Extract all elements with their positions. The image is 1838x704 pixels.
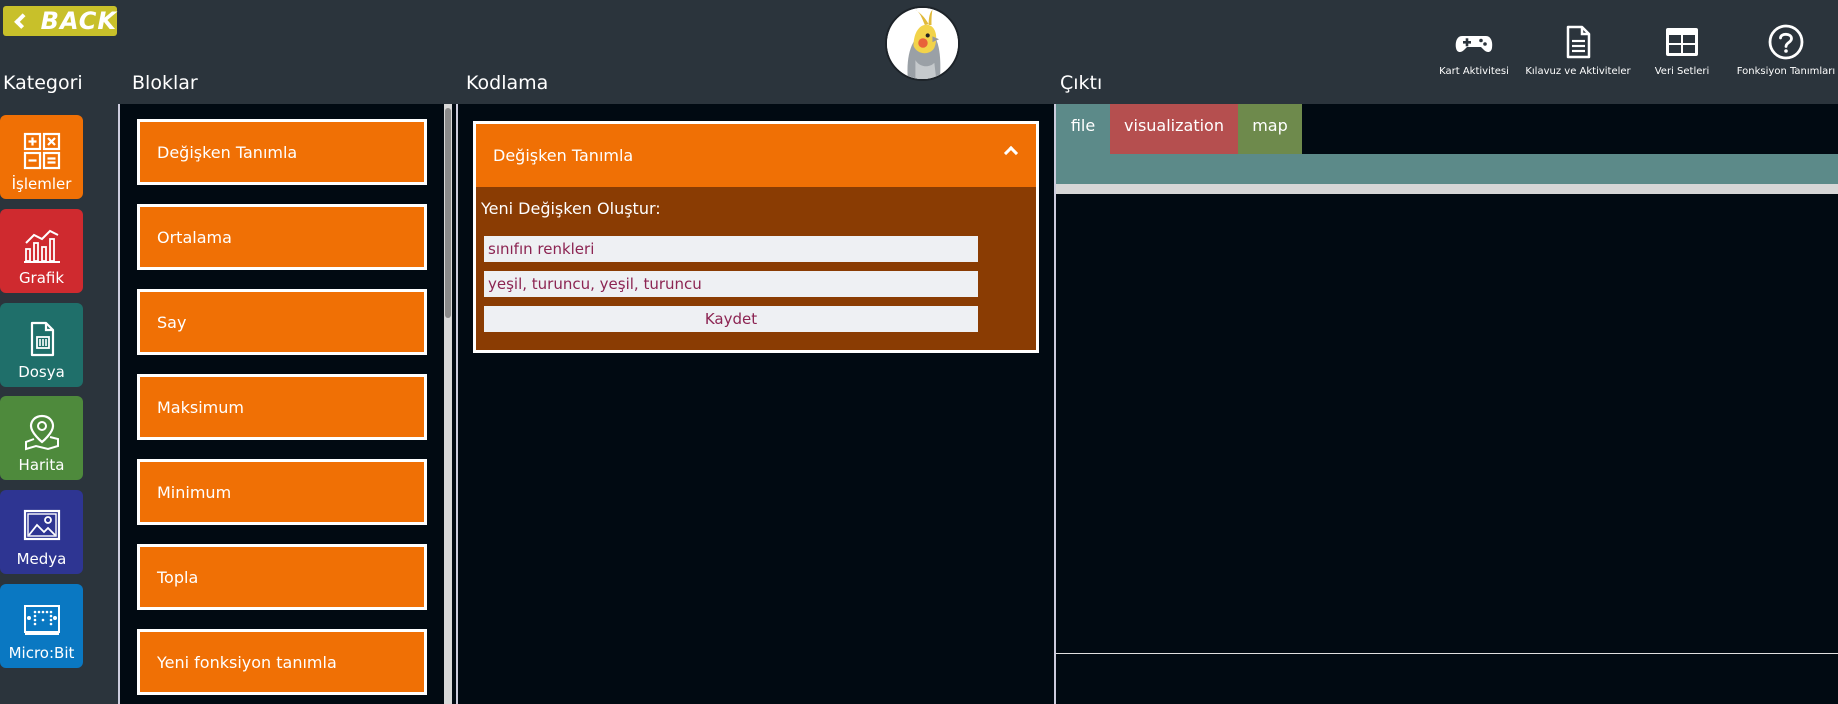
kilavuz-button[interactable]: Kılavuz ve Aktiviteler — [1525, 22, 1631, 77]
block-ortalama[interactable]: Ortalama — [137, 204, 427, 270]
category-label: İşlemler — [11, 175, 72, 193]
code-block-subtitle: Yeni Değişken Oluştur: — [481, 199, 661, 218]
fonksiyon-tanimlari-button[interactable]: Fonksiyon Tanımları — [1734, 22, 1838, 77]
blocks-scrollbar[interactable] — [444, 104, 452, 704]
output-console-divider — [1056, 653, 1838, 654]
output-file-bar — [1056, 154, 1838, 184]
bloklar-title: Bloklar — [132, 72, 198, 94]
file-icon — [30, 321, 54, 357]
output-tabs: file visualization map — [1056, 104, 1302, 154]
scrollbar-thumb[interactable] — [445, 108, 451, 318]
block-maksimum[interactable]: Maksimum — [137, 374, 427, 440]
kategori-title: Kategori — [3, 72, 83, 94]
tab-file[interactable]: file — [1056, 104, 1110, 154]
category-microbit[interactable]: Micro:Bit — [0, 584, 83, 668]
chevron-left-icon — [14, 13, 30, 29]
coding-panel: Değişken Tanımla Yeni Değişken Oluştur: … — [456, 104, 1054, 704]
fonksiyon-tanimlari-label: Fonksiyon Tanımları — [1736, 66, 1836, 77]
chart-icon — [23, 229, 60, 263]
top-bar: BACK Kategori Bloklar Kodlama Çıktı Kart… — [0, 0, 1838, 104]
veri-setleri-button[interactable]: Veri Setleri — [1630, 22, 1734, 77]
veri-setleri-label: Veri Setleri — [1654, 66, 1710, 77]
code-block-degisken-tanimla[interactable]: Değişken Tanımla Yeni Değişken Oluştur: … — [473, 121, 1039, 353]
code-block-header[interactable]: Değişken Tanımla — [476, 124, 1036, 187]
chevron-up-icon[interactable] — [1003, 145, 1019, 161]
variable-values-input[interactable]: yeşil, turuncu, yeşil, turuncu — [484, 271, 978, 297]
cockatiel-logo-icon — [887, 8, 958, 79]
back-button[interactable]: BACK — [3, 6, 117, 36]
category-label: Micro:Bit — [8, 644, 75, 662]
category-label: Harita — [18, 456, 65, 474]
output-panel: file visualization map — [1054, 104, 1838, 704]
category-label: Dosya — [18, 363, 65, 381]
category-islemler[interactable]: İşlemler — [0, 115, 83, 199]
category-label: Medya — [16, 550, 67, 568]
calculator-icon — [23, 132, 60, 170]
category-grafik[interactable]: Grafik — [0, 209, 83, 293]
variable-name-input[interactable]: sınıfın renkleri — [484, 236, 978, 262]
category-harita[interactable]: Harita — [0, 396, 83, 480]
block-degisken-tanimla[interactable]: Değişken Tanımla — [137, 119, 427, 185]
block-yeni-fonksiyon[interactable]: Yeni fonksiyon tanımla — [137, 629, 427, 695]
document-icon — [1566, 25, 1591, 59]
output-divider — [1056, 184, 1838, 194]
block-say[interactable]: Say — [137, 289, 427, 355]
code-block-title: Değişken Tanımla — [493, 146, 634, 165]
kart-aktivitesi-label: Kart Aktivitesi — [1439, 66, 1509, 77]
category-label: Grafik — [18, 269, 65, 287]
kart-aktivitesi-button[interactable]: Kart Aktivitesi — [1422, 22, 1526, 77]
image-icon — [23, 509, 60, 541]
blocks-panel: Değişken Tanımla Ortalama Say Maksimum M… — [118, 104, 456, 704]
category-dosya[interactable]: Dosya — [0, 303, 83, 387]
gamepad-icon — [1455, 36, 1493, 53]
block-topla[interactable]: Topla — [137, 544, 427, 610]
kodlama-title: Kodlama — [466, 72, 549, 94]
kilavuz-label: Kılavuz ve Aktiviteler — [1525, 66, 1631, 77]
back-label: BACK — [40, 7, 117, 35]
microbit-icon — [23, 605, 60, 635]
category-medya[interactable]: Medya — [0, 490, 83, 574]
category-column: İşlemler Grafik Dosya Harita Medya Micro… — [0, 104, 118, 704]
avatar — [885, 6, 960, 81]
block-minimum[interactable]: Minimum — [137, 459, 427, 525]
map-pin-icon — [24, 414, 59, 451]
tab-visualization[interactable]: visualization — [1110, 104, 1238, 154]
kaydet-button[interactable]: Kaydet — [484, 306, 978, 332]
tab-map[interactable]: map — [1238, 104, 1302, 154]
table-icon — [1666, 28, 1698, 56]
help-circle-icon — [1768, 24, 1804, 60]
top-icon-bar: Kart Aktivitesi Kılavuz ve Aktiviteler V… — [1422, 22, 1838, 77]
cikti-title: Çıktı — [1060, 72, 1103, 94]
